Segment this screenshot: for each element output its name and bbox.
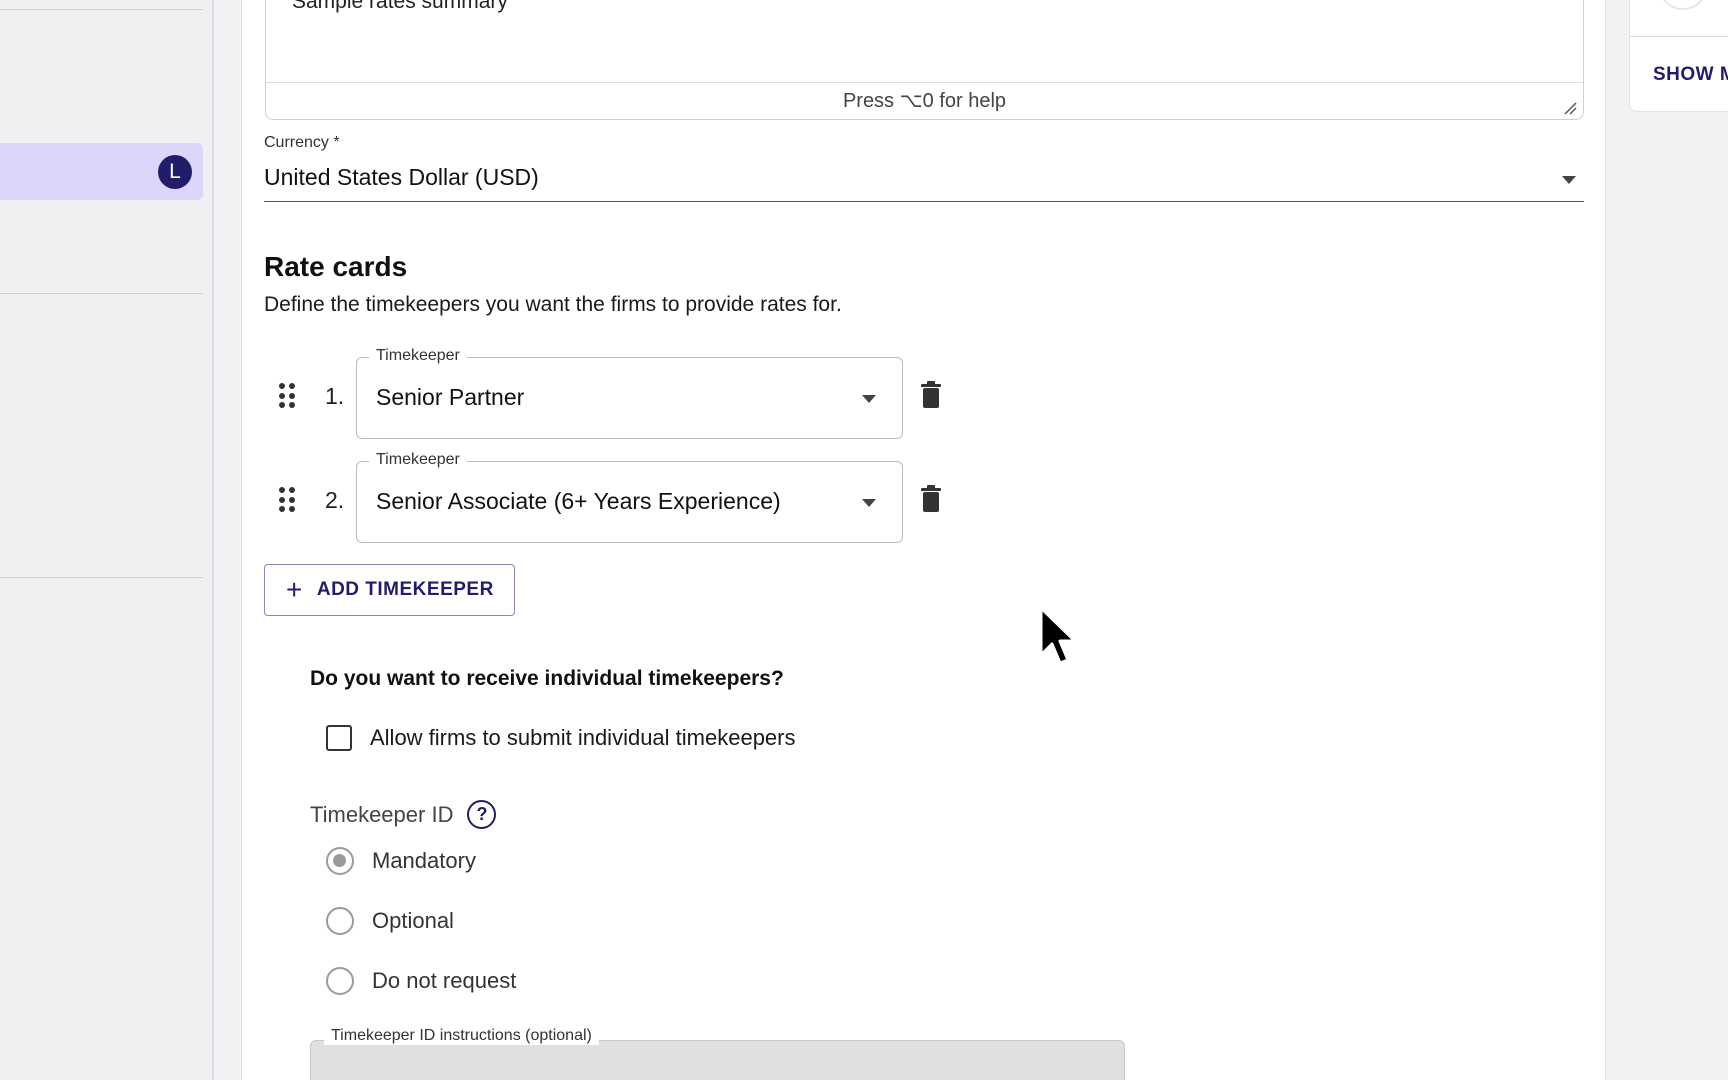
sidebar-divider (0, 293, 203, 294)
trash-icon[interactable] (920, 485, 942, 513)
timekeeper-id-heading: Timekeeper ID ? (310, 800, 497, 829)
radio-button[interactable] (326, 907, 354, 935)
timekeeper-legend: Timekeeper (369, 451, 467, 469)
timekeeper-id-instructions-field[interactable]: Timekeeper ID instructions (optional) (310, 1027, 1125, 1080)
trash-icon[interactable] (920, 381, 942, 409)
sidebar-divider (0, 577, 203, 578)
radio-label: Do not request (372, 968, 517, 993)
mouse-cursor-icon (1039, 606, 1077, 665)
radio-button[interactable] (326, 967, 354, 995)
question-circle-icon[interactable]: ? (467, 800, 497, 829)
sidebar: L (0, 0, 214, 1080)
currency-select[interactable]: United States Dollar (USD) (264, 160, 1584, 202)
drag-handle-icon[interactable] (279, 487, 295, 513)
currency-value: United States Dollar (USD) (264, 164, 539, 190)
radio-mandatory[interactable]: Mandatory (326, 847, 476, 875)
timekeeper-row: 2. Timekeeper Senior Associate (6+ Years… (264, 451, 944, 543)
chevron-down-icon (862, 499, 876, 507)
progress-circle (1658, 0, 1708, 10)
rate-cards-title: Rate cards (264, 251, 408, 282)
panel-divider (1630, 36, 1728, 37)
resize-handle-icon[interactable] (1563, 101, 1577, 115)
timekeeper-number: 1. (325, 383, 345, 409)
sidebar-item-active[interactable]: L (0, 143, 203, 200)
timekeeper-value: Senior Partner (376, 384, 525, 410)
chevron-down-icon (862, 395, 876, 403)
summary-value: Sample rates summary (292, 0, 508, 13)
timekeeper-value: Senior Associate (6+ Years Experience) (376, 488, 781, 514)
timekeeper-select[interactable]: Timekeeper Senior Associate (6+ Years Ex… (356, 451, 903, 543)
right-panel: SHOW M (1629, 0, 1728, 112)
timekeeper-number: 2. (325, 487, 345, 513)
radio-optional[interactable]: Optional (326, 907, 454, 935)
radio-label: Optional (372, 908, 454, 933)
timekeeper-row: 1. Timekeeper Senior Partner (264, 347, 944, 439)
checkbox-label: Allow firms to submit individual timekee… (370, 725, 796, 750)
plus-icon: + (286, 574, 303, 605)
individual-timekeepers-option[interactable]: Allow firms to submit individual timekee… (326, 725, 796, 751)
radio-button-checked[interactable] (326, 847, 354, 875)
main-form-card: Sample rates summary Press ⌥0 for help C… (241, 0, 1606, 1080)
timekeeper-legend: Timekeeper (369, 347, 467, 365)
instructions-legend: Timekeeper ID instructions (optional) (324, 1027, 599, 1045)
timekeeper-id-label: Timekeeper ID (310, 801, 454, 827)
radio-label: Mandatory (372, 848, 476, 873)
radio-do-not-request[interactable]: Do not request (326, 967, 516, 995)
individual-timekeepers-checkbox[interactable] (326, 725, 352, 751)
currency-label: Currency * (264, 134, 340, 151)
editor-help-text: Press ⌥0 for help (266, 82, 1583, 119)
sidebar-divider (0, 9, 203, 10)
avatar[interactable]: L (158, 155, 192, 189)
individual-timekeepers-question: Do you want to receive individual timeke… (310, 667, 784, 690)
summary-textarea[interactable]: Sample rates summary Press ⌥0 for help (265, 0, 1584, 120)
show-more-button[interactable]: SHOW M (1653, 64, 1728, 86)
timekeeper-select[interactable]: Timekeeper Senior Partner (356, 347, 903, 439)
drag-handle-icon[interactable] (279, 383, 295, 409)
chevron-down-icon (1562, 176, 1576, 184)
add-timekeeper-label: ADD TIMEKEEPER (316, 579, 494, 600)
add-timekeeper-button[interactable]: + ADD TIMEKEEPER (264, 564, 515, 616)
rate-cards-description: Define the timekeepers you want the firm… (264, 293, 842, 316)
